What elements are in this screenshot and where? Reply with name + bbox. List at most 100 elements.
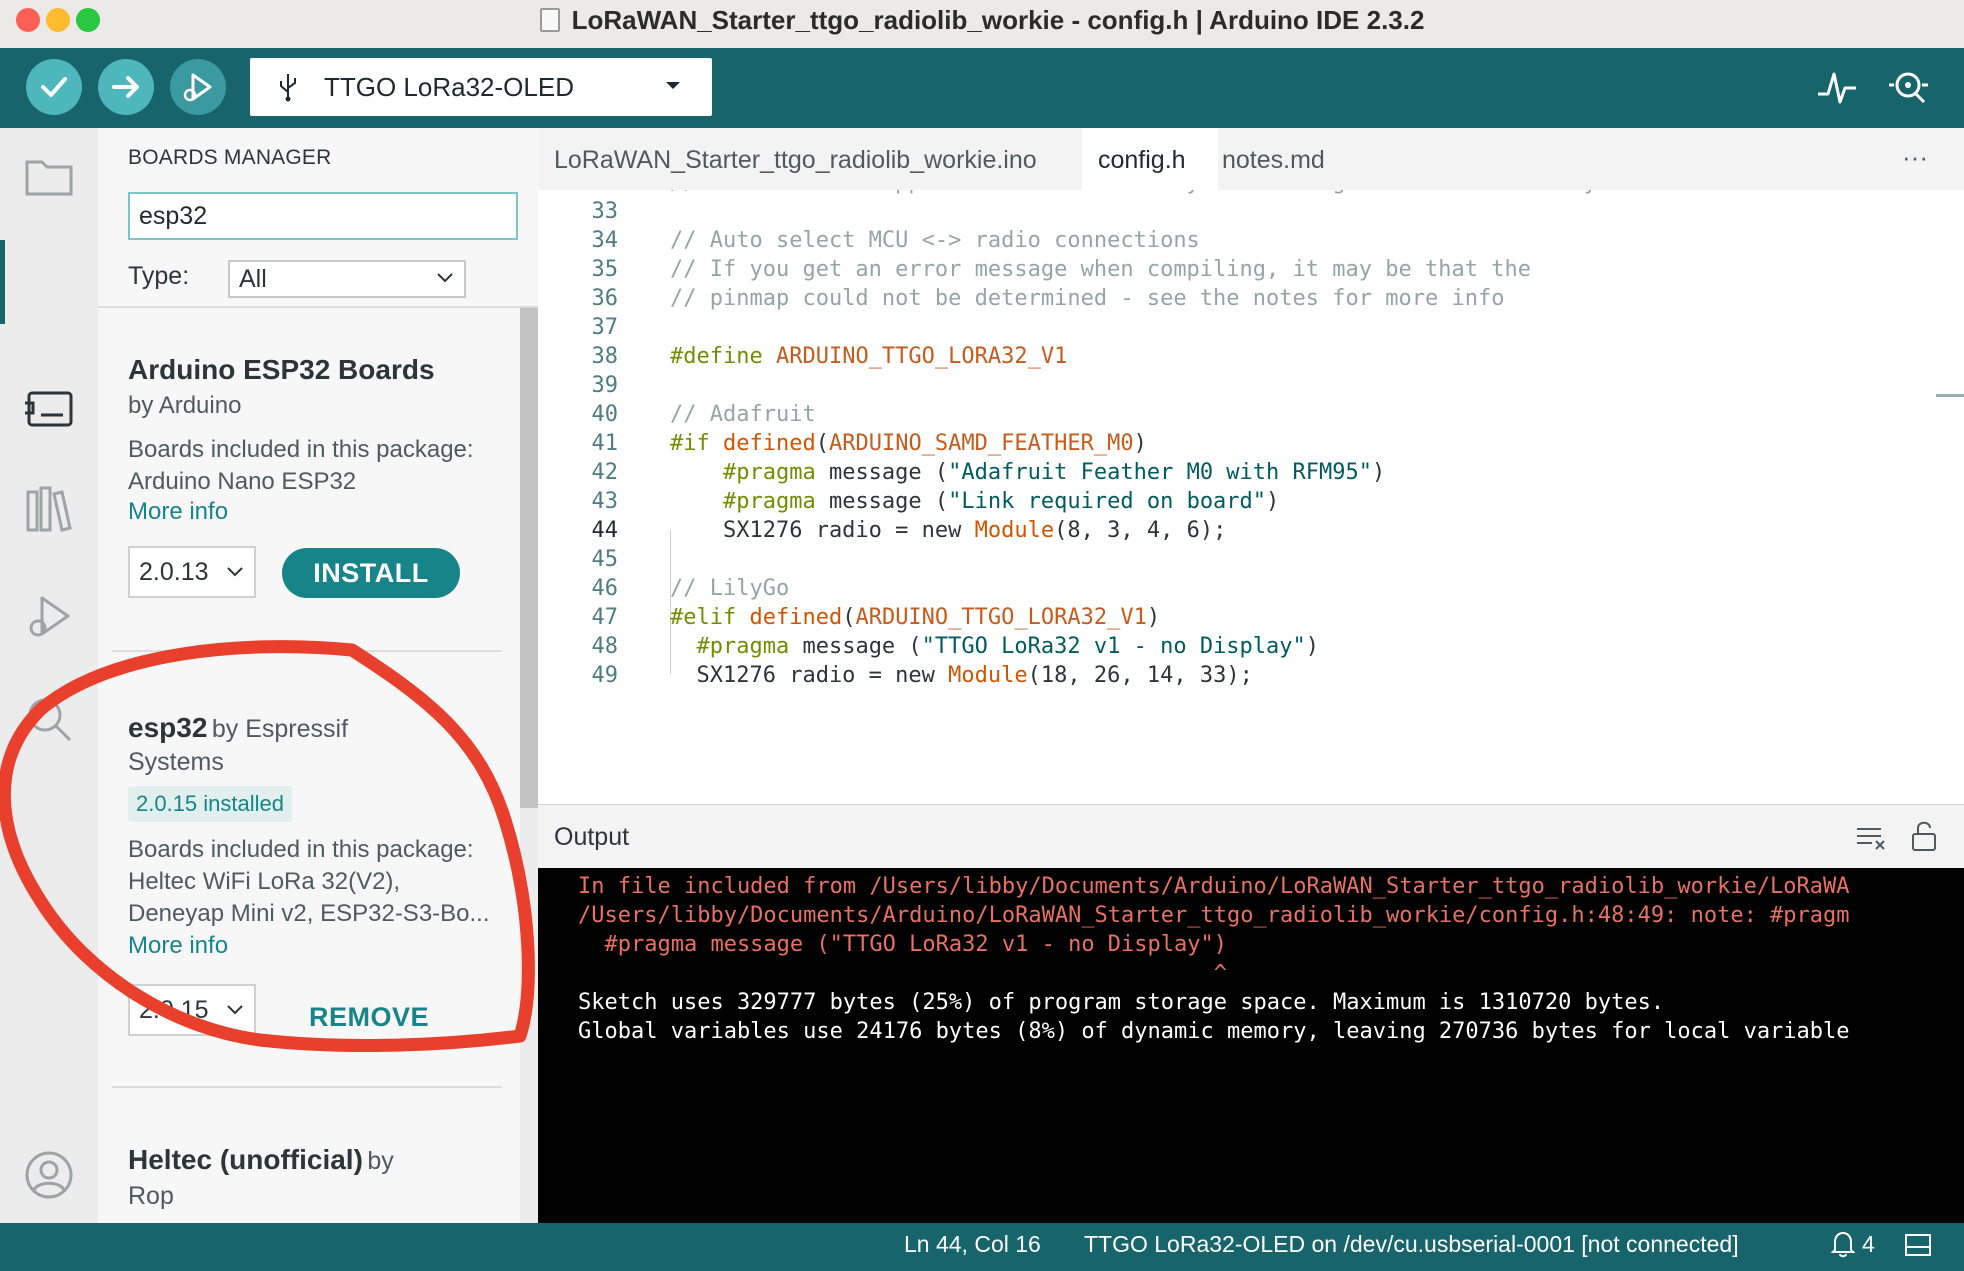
chevron-down-icon (227, 567, 243, 577)
code-line: // If you get an error message when comp… (670, 257, 1531, 282)
folder-icon (25, 160, 73, 196)
board-card-boards: Deneyap Mini v2, ESP32-S3-Bo... (128, 900, 490, 927)
panel-divider (98, 306, 538, 308)
type-select[interactable]: All (228, 260, 466, 298)
magnifier-icon (1889, 72, 1928, 104)
output-console[interactable]: In file included from /Users/libby/Docum… (538, 868, 1964, 1223)
checkmark-icon (41, 77, 67, 97)
tab-ino[interactable]: LoRaWAN_Starter_ttgo_radiolib_workie.ino (538, 128, 1053, 190)
line-number: 46 (591, 576, 619, 601)
line-number: 43 (591, 489, 619, 514)
active-view-indicator (0, 240, 5, 324)
more-info-link[interactable]: More info (128, 498, 228, 526)
code-line: #define ARDUINO_TTGO_LORA32_V1 (670, 344, 1068, 369)
debugger-button[interactable] (18, 586, 80, 648)
installed-badge: 2.0.15 installed (128, 786, 292, 822)
code-editor[interactable]: 32 // Below is to support the sketch - on… (538, 190, 1964, 804)
remove-button[interactable]: REMOVE (284, 992, 454, 1042)
library-manager-button[interactable] (18, 478, 80, 540)
version-select[interactable]: 2.0.13 (128, 546, 256, 598)
code-line: // pinmap could not be determined - see … (670, 286, 1505, 311)
output-line: ^ (578, 961, 1228, 986)
board-card-boards: Heltec WiFi LoRa 32(V2), (128, 868, 401, 895)
install-button[interactable]: INSTALL (282, 548, 460, 598)
board-card-heading: esp32 by Espressif (128, 712, 348, 745)
line-number: 38 (591, 344, 619, 369)
board-card-boards: Arduino Nano ESP32 (128, 468, 357, 495)
notification-count: 4 (1862, 1231, 1875, 1257)
search-button[interactable] (18, 688, 80, 750)
board-card-author: by Espressif (211, 715, 349, 743)
code-line: SX1276 radio = new Module(18, 26, 14, 33… (670, 663, 1253, 688)
board-port-status[interactable]: TTGO LoRa32-OLED on /dev/cu.usbserial-00… (1084, 1223, 1739, 1265)
tab-notes-md[interactable]: notes.md (1206, 128, 1341, 190)
output-header: Output (538, 804, 1964, 869)
library-icon (26, 486, 72, 532)
board-card-title: Arduino ESP32 Boards (128, 354, 435, 385)
upload-button[interactable] (98, 59, 154, 115)
line-number: 39 (591, 373, 619, 398)
board-card-included-label: Boards included in this package: (128, 836, 474, 863)
debug-icon (29, 596, 70, 637)
type-value: All (239, 265, 267, 293)
chevron-down-icon (227, 1005, 243, 1015)
arrow-right-icon (112, 76, 139, 98)
tab-config-h[interactable]: config.h (1082, 128, 1218, 190)
status-bar: Ln 44, Col 16 TTGO LoRa32-OLED on /dev/c… (0, 1223, 1964, 1271)
cursor-position[interactable]: Ln 44, Col 16 (904, 1223, 1041, 1265)
toolbar: TTGO LoRa32-OLED (0, 48, 1964, 128)
search-input[interactable]: esp32 (128, 192, 518, 240)
version-value: 2.0.15 (139, 996, 209, 1024)
board-selector[interactable]: TTGO LoRa32-OLED (250, 58, 712, 116)
account-button[interactable] (18, 1144, 80, 1206)
board-card-included-label: Boards included in this package: (128, 436, 474, 463)
board-card-title: Heltec (unofficial) (128, 1144, 363, 1175)
more-info-link[interactable]: More info (128, 932, 228, 960)
board-card-author: by Arduino (128, 392, 242, 419)
serial-plotter-button[interactable] (1814, 64, 1860, 110)
unlock-icon[interactable] (1910, 819, 1938, 853)
more-actions-icon[interactable]: ··· (1902, 128, 1928, 186)
title-bar: LoRaWAN_Starter_ttgo_radiolib_workie - c… (0, 0, 1964, 49)
chevron-down-icon (437, 273, 453, 283)
line-number: 44 (591, 518, 619, 543)
output-line: /Users/libby/Documents/Arduino/LoRaWAN_S… (578, 903, 1850, 928)
code-line: #if defined(ARDUINO_SAMD_FEATHER_M0) (670, 431, 1147, 456)
code-line: #pragma message ("Link required on board… (722, 489, 1280, 514)
output-line: #pragma message ("TTGO LoRa32 v1 - no Di… (578, 932, 1228, 957)
code-line: // Auto select MCU <-> radio connections (670, 228, 1200, 253)
version-select[interactable]: 2.0.15 (128, 984, 256, 1036)
output-line: Global variables use 24176 bytes (8%) of… (578, 1019, 1850, 1044)
verify-button[interactable] (26, 59, 82, 115)
clear-output-icon[interactable] (1854, 825, 1888, 851)
line-number: 45 (591, 547, 619, 572)
bell-icon[interactable] (1830, 1230, 1856, 1258)
window-title-text: LoRaWAN_Starter_ttgo_radiolib_workie - c… (571, 5, 1425, 35)
line-number: 49 (591, 663, 619, 688)
toggle-panel-icon[interactable] (1904, 1233, 1932, 1257)
board-card-author-cont: Rop (128, 1182, 174, 1210)
activity-bar (0, 128, 98, 1223)
board-card-heading: Heltec (unofficial) by (128, 1144, 394, 1177)
code-line: #elif defined(ARDUINO_TTGO_LORA32_V1) (670, 605, 1161, 630)
debug-button[interactable] (170, 59, 226, 115)
sketchbook-button[interactable] (18, 146, 80, 208)
code-line: // LilyGo (670, 576, 790, 601)
board-card-author-cont: Systems (128, 748, 224, 776)
usb-icon (280, 74, 296, 102)
boards-manager-panel: BOARDS MANAGER esp32 Type: All Arduino E… (98, 128, 538, 1223)
window-title: LoRaWAN_Starter_ttgo_radiolib_workie - c… (0, 0, 1964, 40)
board-name: TTGO LoRa32-OLED (324, 72, 574, 102)
code-line: #pragma message ("TTGO LoRa32 v1 - no Di… (696, 634, 1320, 659)
line-number: 37 (591, 315, 619, 340)
board-card-author: by (367, 1147, 394, 1175)
scrollbar-thumb[interactable] (520, 308, 538, 808)
panel-title: BOARDS MANAGER (128, 146, 332, 169)
search-icon (28, 698, 72, 742)
serial-monitor-button[interactable] (1884, 64, 1934, 110)
output-line: Sketch uses 329777 bytes (25%) of progra… (578, 990, 1665, 1015)
line-number: 36 (591, 286, 619, 311)
line-number: 41 (591, 431, 619, 456)
code-line: #pragma message ("Adafruit Feather M0 wi… (722, 460, 1386, 485)
boards-manager-button[interactable] (18, 378, 80, 440)
